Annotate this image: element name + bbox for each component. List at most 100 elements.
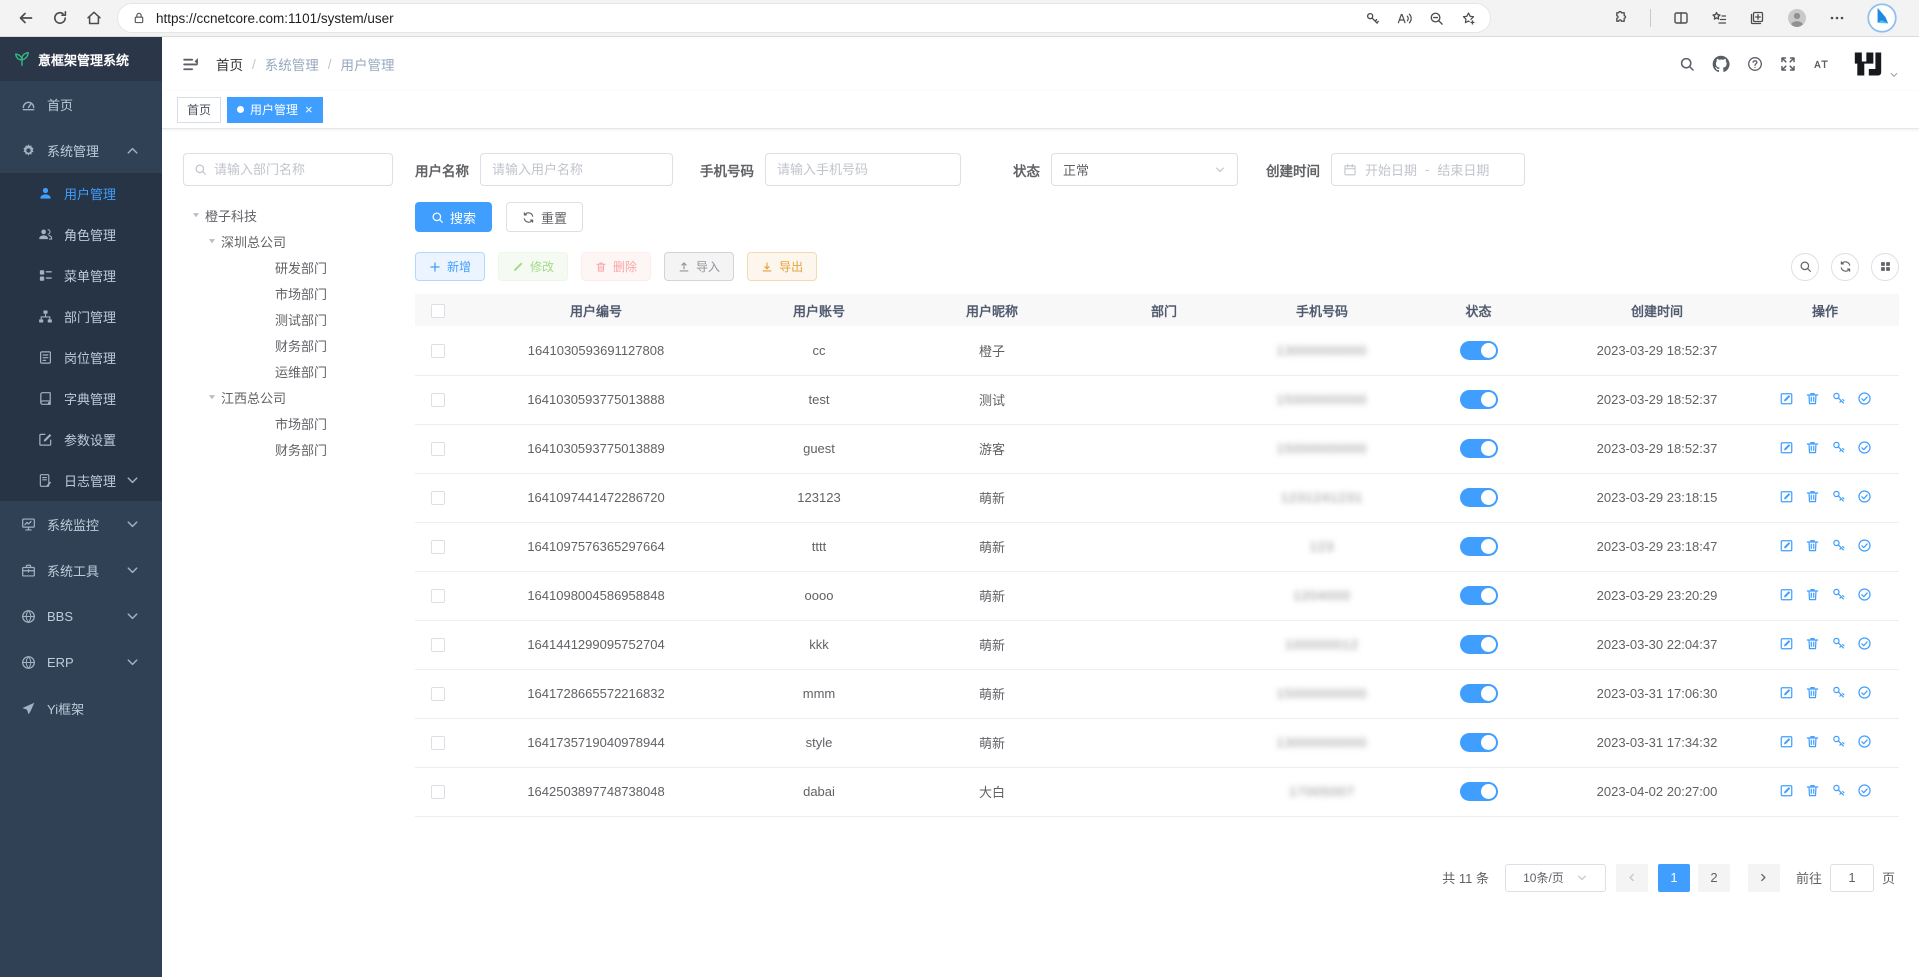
- row-checkbox[interactable]: [431, 344, 445, 358]
- status-toggle[interactable]: [1460, 635, 1498, 654]
- row-edit-icon[interactable]: [1779, 489, 1794, 504]
- tab-0[interactable]: 首页: [177, 97, 221, 123]
- url-text[interactable]: https://ccnetcore.com:1101/system/user: [156, 11, 1365, 26]
- breadcrumb-item-1[interactable]: 系统管理: [265, 54, 319, 74]
- row-edit-icon[interactable]: [1779, 391, 1794, 406]
- address-bar[interactable]: https://ccnetcore.com:1101/system/user: [118, 4, 1490, 32]
- sidebar-item-13[interactable]: ERP: [0, 639, 162, 685]
- more-options-icon[interactable]: [1829, 10, 1845, 26]
- tree-node-8[interactable]: 市场部门: [183, 410, 393, 436]
- profile-avatar[interactable]: [1787, 8, 1807, 28]
- tree-node-1[interactable]: 深圳总公司: [183, 228, 393, 254]
- sidebar-item-12[interactable]: BBS: [0, 593, 162, 639]
- tree-node-2[interactable]: 研发部门: [183, 254, 393, 280]
- page-size-select[interactable]: 10条/页: [1505, 864, 1606, 892]
- app-logo[interactable]: 意框架管理系统: [0, 37, 162, 81]
- sidebar-item-8[interactable]: 参数设置: [0, 419, 162, 460]
- split-screen-icon[interactable]: [1673, 10, 1689, 26]
- row-key-icon[interactable]: [1831, 391, 1846, 406]
- edit-button[interactable]: 修改: [498, 252, 568, 281]
- font-size-icon[interactable]: [1813, 56, 1829, 72]
- status-toggle[interactable]: [1460, 586, 1498, 605]
- sidebar-item-2[interactable]: 用户管理: [0, 173, 162, 214]
- tree-node-3[interactable]: 市场部门: [183, 280, 393, 306]
- reset-button[interactable]: 重置: [506, 202, 583, 232]
- row-checkbox[interactable]: [431, 638, 445, 652]
- export-button[interactable]: 导出: [747, 252, 817, 281]
- help-icon[interactable]: [1747, 56, 1763, 72]
- row-delete-icon[interactable]: [1805, 783, 1820, 798]
- row-delete-icon[interactable]: [1805, 587, 1820, 602]
- sidebar-item-4[interactable]: 菜单管理: [0, 255, 162, 296]
- row-delete-icon[interactable]: [1805, 489, 1820, 504]
- row-checkbox[interactable]: [431, 393, 445, 407]
- row-key-icon[interactable]: [1831, 538, 1846, 553]
- row-check-circle-icon[interactable]: [1857, 440, 1872, 455]
- favorites-bar-icon[interactable]: [1711, 10, 1727, 26]
- add-favorite-star-icon[interactable]: [1461, 11, 1476, 26]
- row-check-circle-icon[interactable]: [1857, 685, 1872, 700]
- row-checkbox[interactable]: [431, 491, 445, 505]
- row-edit-icon[interactable]: [1779, 685, 1794, 700]
- prev-page-button[interactable]: [1616, 864, 1648, 892]
- sidebar-item-7[interactable]: 字典管理: [0, 378, 162, 419]
- row-edit-icon[interactable]: [1779, 636, 1794, 651]
- table-columns-button[interactable]: [1871, 253, 1899, 281]
- row-check-circle-icon[interactable]: [1857, 734, 1872, 749]
- collapse-sidebar-icon[interactable]: [182, 56, 199, 73]
- row-delete-icon[interactable]: [1805, 440, 1820, 455]
- row-check-circle-icon[interactable]: [1857, 783, 1872, 798]
- row-key-icon[interactable]: [1831, 587, 1846, 602]
- add-button[interactable]: 新增: [415, 252, 485, 281]
- row-checkbox[interactable]: [431, 736, 445, 750]
- browser-home-icon[interactable]: [86, 10, 102, 26]
- status-toggle[interactable]: [1460, 341, 1498, 360]
- row-key-icon[interactable]: [1831, 685, 1846, 700]
- row-delete-icon[interactable]: [1805, 391, 1820, 406]
- browser-refresh-icon[interactable]: [52, 10, 68, 26]
- status-toggle[interactable]: [1460, 537, 1498, 556]
- row-checkbox[interactable]: [431, 785, 445, 799]
- row-checkbox[interactable]: [431, 687, 445, 701]
- date-range-picker[interactable]: 开始日期 - 结束日期: [1331, 153, 1525, 186]
- header-search-icon[interactable]: [1679, 56, 1695, 72]
- sidebar-item-9[interactable]: 日志管理: [0, 460, 162, 501]
- read-aloud-icon[interactable]: [1397, 11, 1412, 26]
- sidebar-item-1[interactable]: 系统管理: [0, 127, 162, 173]
- row-checkbox[interactable]: [431, 540, 445, 554]
- next-page-button[interactable]: [1748, 864, 1780, 892]
- close-tab-icon[interactable]: ×: [305, 103, 313, 116]
- tab-1[interactable]: 用户管理×: [227, 97, 323, 123]
- username-input[interactable]: [492, 162, 661, 177]
- row-key-icon[interactable]: [1831, 734, 1846, 749]
- status-toggle[interactable]: [1460, 488, 1498, 507]
- import-button[interactable]: 导入: [664, 252, 734, 281]
- password-key-icon[interactable]: [1365, 11, 1380, 26]
- row-delete-icon[interactable]: [1805, 538, 1820, 553]
- row-edit-icon[interactable]: [1779, 538, 1794, 553]
- extensions-icon[interactable]: [1612, 10, 1628, 26]
- sidebar-item-10[interactable]: 系统监控: [0, 501, 162, 547]
- status-toggle[interactable]: [1460, 733, 1498, 752]
- tree-node-7[interactable]: 江西总公司: [183, 384, 393, 410]
- fullscreen-icon[interactable]: [1780, 56, 1796, 72]
- delete-button[interactable]: 删除: [581, 252, 651, 281]
- search-button[interactable]: 搜索: [415, 202, 492, 232]
- sidebar-item-11[interactable]: 系统工具: [0, 547, 162, 593]
- row-key-icon[interactable]: [1831, 440, 1846, 455]
- row-key-icon[interactable]: [1831, 636, 1846, 651]
- table-search-toggle-button[interactable]: [1791, 253, 1819, 281]
- breadcrumb-item-0[interactable]: 首页: [216, 54, 243, 74]
- sidebar-item-5[interactable]: 部门管理: [0, 296, 162, 337]
- phone-input[interactable]: [777, 162, 949, 177]
- tree-expand-icon[interactable]: [203, 391, 221, 403]
- select-all-checkbox[interactable]: [431, 304, 445, 318]
- row-check-circle-icon[interactable]: [1857, 391, 1872, 406]
- breadcrumb-item-2[interactable]: 用户管理: [341, 54, 395, 74]
- tree-node-4[interactable]: 测试部门: [183, 306, 393, 332]
- row-check-circle-icon[interactable]: [1857, 636, 1872, 651]
- sidebar-item-3[interactable]: 角色管理: [0, 214, 162, 255]
- page-button-1[interactable]: 1: [1658, 864, 1690, 892]
- status-toggle[interactable]: [1460, 439, 1498, 458]
- zoom-out-icon[interactable]: [1429, 11, 1444, 26]
